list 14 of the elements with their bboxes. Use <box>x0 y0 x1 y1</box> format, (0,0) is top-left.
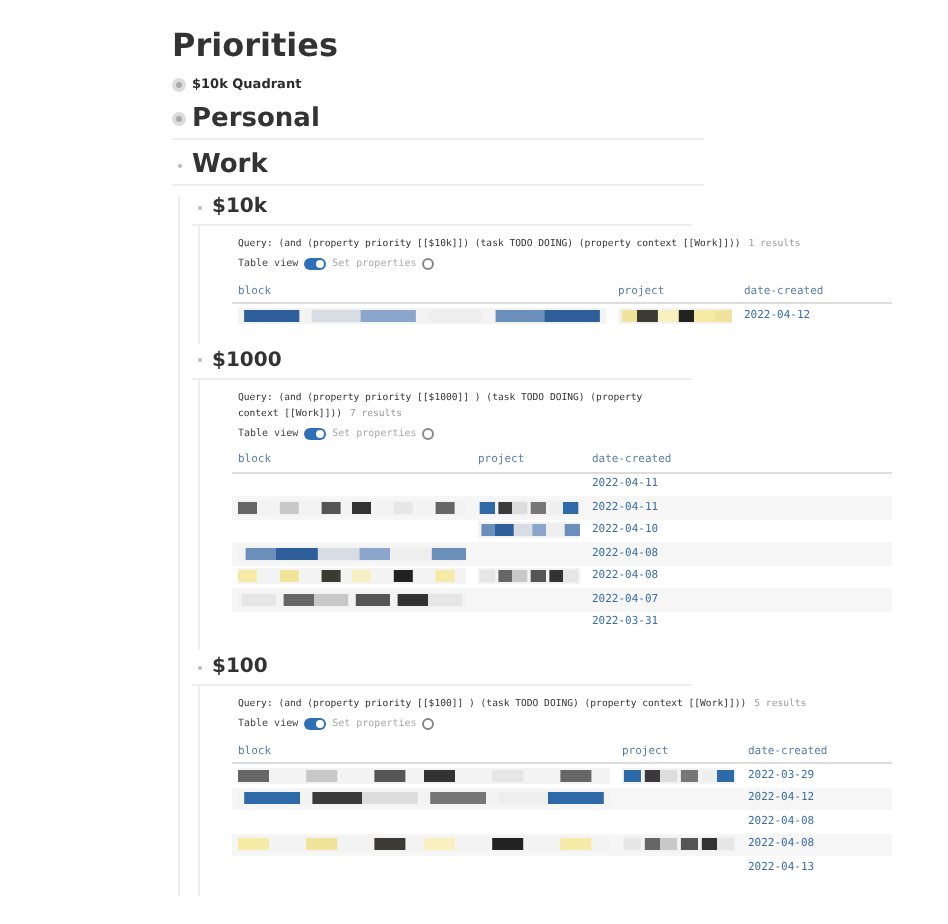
toggle-switch[interactable] <box>304 258 327 270</box>
page-title: Priorities <box>172 26 340 64</box>
settings-icon[interactable] <box>422 258 435 270</box>
bullet-icon[interactable] <box>172 112 186 126</box>
settings-icon[interactable] <box>422 427 435 439</box>
settings-icon[interactable] <box>422 718 435 730</box>
section-heading: $1000 <box>212 349 282 371</box>
toggle-switch[interactable] <box>304 427 327 439</box>
section-heading: $10k <box>212 196 268 218</box>
toggle-switch[interactable] <box>304 718 327 730</box>
bullet-icon[interactable] <box>172 77 186 91</box>
section-heading: Work <box>192 150 268 180</box>
section-heading: $100 <box>212 656 268 678</box>
section-heading: Personal <box>192 104 320 134</box>
